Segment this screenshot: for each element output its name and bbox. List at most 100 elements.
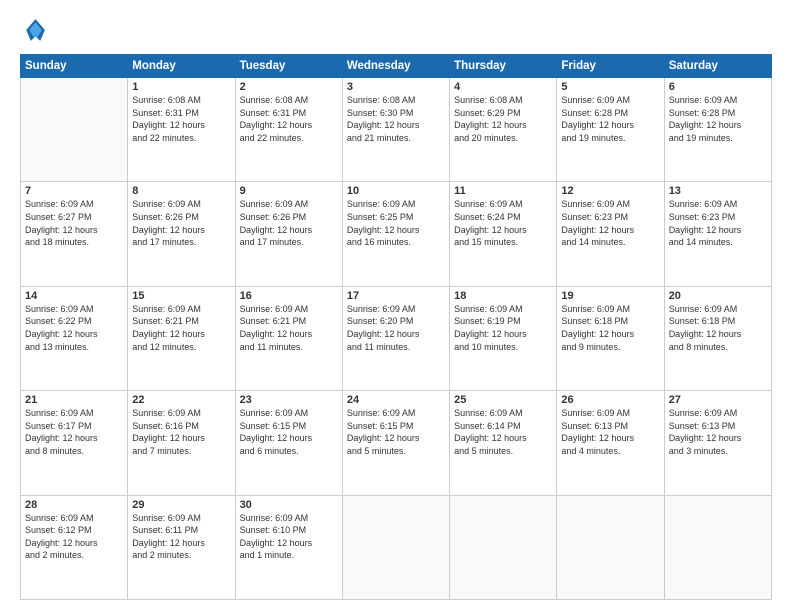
- day-info: Sunrise: 6:09 AM Sunset: 6:16 PM Dayligh…: [132, 407, 230, 457]
- day-number: 23: [240, 394, 338, 406]
- day-info: Sunrise: 6:09 AM Sunset: 6:27 PM Dayligh…: [25, 198, 123, 248]
- calendar-cell: 30Sunrise: 6:09 AM Sunset: 6:10 PM Dayli…: [235, 495, 342, 599]
- day-info: Sunrise: 6:09 AM Sunset: 6:25 PM Dayligh…: [347, 198, 445, 248]
- calendar-header-friday: Friday: [557, 55, 664, 78]
- day-info: Sunrise: 6:08 AM Sunset: 6:29 PM Dayligh…: [454, 94, 552, 144]
- day-number: 11: [454, 185, 552, 197]
- calendar-cell: 7Sunrise: 6:09 AM Sunset: 6:27 PM Daylig…: [21, 182, 128, 286]
- day-info: Sunrise: 6:09 AM Sunset: 6:23 PM Dayligh…: [561, 198, 659, 248]
- calendar-cell: 24Sunrise: 6:09 AM Sunset: 6:15 PM Dayli…: [342, 391, 449, 495]
- calendar-header-row: SundayMondayTuesdayWednesdayThursdayFrid…: [21, 55, 772, 78]
- day-info: Sunrise: 6:09 AM Sunset: 6:15 PM Dayligh…: [240, 407, 338, 457]
- header: [20, 16, 772, 44]
- day-info: Sunrise: 6:09 AM Sunset: 6:28 PM Dayligh…: [561, 94, 659, 144]
- calendar-cell: 3Sunrise: 6:08 AM Sunset: 6:30 PM Daylig…: [342, 78, 449, 182]
- day-number: 24: [347, 394, 445, 406]
- day-number: 20: [669, 290, 767, 302]
- day-number: 3: [347, 81, 445, 93]
- day-number: 8: [132, 185, 230, 197]
- day-info: Sunrise: 6:09 AM Sunset: 6:28 PM Dayligh…: [669, 94, 767, 144]
- day-info: Sunrise: 6:09 AM Sunset: 6:17 PM Dayligh…: [25, 407, 123, 457]
- calendar-header-monday: Monday: [128, 55, 235, 78]
- calendar-cell: 20Sunrise: 6:09 AM Sunset: 6:18 PM Dayli…: [664, 286, 771, 390]
- calendar-header-sunday: Sunday: [21, 55, 128, 78]
- day-info: Sunrise: 6:09 AM Sunset: 6:15 PM Dayligh…: [347, 407, 445, 457]
- calendar-header-thursday: Thursday: [450, 55, 557, 78]
- day-number: 22: [132, 394, 230, 406]
- day-info: Sunrise: 6:09 AM Sunset: 6:12 PM Dayligh…: [25, 512, 123, 562]
- calendar-cell: 19Sunrise: 6:09 AM Sunset: 6:18 PM Dayli…: [557, 286, 664, 390]
- calendar-cell: 2Sunrise: 6:08 AM Sunset: 6:31 PM Daylig…: [235, 78, 342, 182]
- calendar-cell: 5Sunrise: 6:09 AM Sunset: 6:28 PM Daylig…: [557, 78, 664, 182]
- calendar-cell: [342, 495, 449, 599]
- day-number: 4: [454, 81, 552, 93]
- day-number: 30: [240, 499, 338, 511]
- day-number: 16: [240, 290, 338, 302]
- day-info: Sunrise: 6:09 AM Sunset: 6:19 PM Dayligh…: [454, 303, 552, 353]
- calendar-cell: 23Sunrise: 6:09 AM Sunset: 6:15 PM Dayli…: [235, 391, 342, 495]
- calendar-week-row: 7Sunrise: 6:09 AM Sunset: 6:27 PM Daylig…: [21, 182, 772, 286]
- calendar-cell: 4Sunrise: 6:08 AM Sunset: 6:29 PM Daylig…: [450, 78, 557, 182]
- calendar-cell: 12Sunrise: 6:09 AM Sunset: 6:23 PM Dayli…: [557, 182, 664, 286]
- day-number: 6: [669, 81, 767, 93]
- day-number: 21: [25, 394, 123, 406]
- day-info: Sunrise: 6:09 AM Sunset: 6:11 PM Dayligh…: [132, 512, 230, 562]
- logo: [20, 16, 52, 44]
- calendar-cell: 15Sunrise: 6:09 AM Sunset: 6:21 PM Dayli…: [128, 286, 235, 390]
- day-number: 26: [561, 394, 659, 406]
- calendar-cell: [557, 495, 664, 599]
- page: SundayMondayTuesdayWednesdayThursdayFrid…: [0, 0, 792, 612]
- day-number: 27: [669, 394, 767, 406]
- day-info: Sunrise: 6:09 AM Sunset: 6:18 PM Dayligh…: [669, 303, 767, 353]
- calendar-cell: [21, 78, 128, 182]
- calendar-cell: 25Sunrise: 6:09 AM Sunset: 6:14 PM Dayli…: [450, 391, 557, 495]
- calendar-cell: 10Sunrise: 6:09 AM Sunset: 6:25 PM Dayli…: [342, 182, 449, 286]
- day-info: Sunrise: 6:09 AM Sunset: 6:13 PM Dayligh…: [561, 407, 659, 457]
- day-number: 2: [240, 81, 338, 93]
- day-number: 10: [347, 185, 445, 197]
- calendar-cell: [664, 495, 771, 599]
- calendar-week-row: 1 Sunrise: 6:08 AM Sunset: 6:31 PM Daylig…: [21, 78, 772, 182]
- calendar-cell: 11Sunrise: 6:09 AM Sunset: 6:24 PM Dayli…: [450, 182, 557, 286]
- day-number: 13: [669, 185, 767, 197]
- calendar-cell: 29Sunrise: 6:09 AM Sunset: 6:11 PM Dayli…: [128, 495, 235, 599]
- day-info: Sunrise: 6:09 AM Sunset: 6:22 PM Dayligh…: [25, 303, 123, 353]
- day-number: 7: [25, 185, 123, 197]
- calendar-cell: 17Sunrise: 6:09 AM Sunset: 6:20 PM Dayli…: [342, 286, 449, 390]
- calendar-header-tuesday: Tuesday: [235, 55, 342, 78]
- day-number: 12: [561, 185, 659, 197]
- day-info: Sunrise: 6:09 AM Sunset: 6:26 PM Dayligh…: [240, 198, 338, 248]
- calendar-cell: 14Sunrise: 6:09 AM Sunset: 6:22 PM Dayli…: [21, 286, 128, 390]
- day-info: Sunrise: 6:08 AM Sunset: 6:30 PM Dayligh…: [347, 94, 445, 144]
- calendar-cell: 28Sunrise: 6:09 AM Sunset: 6:12 PM Dayli…: [21, 495, 128, 599]
- calendar-header-wednesday: Wednesday: [342, 55, 449, 78]
- day-number: 19: [561, 290, 659, 302]
- day-info: Sunrise: 6:09 AM Sunset: 6:14 PM Dayligh…: [454, 407, 552, 457]
- day-info: Sunrise: 6:09 AM Sunset: 6:18 PM Dayligh…: [561, 303, 659, 353]
- calendar-week-row: 21Sunrise: 6:09 AM Sunset: 6:17 PM Dayli…: [21, 391, 772, 495]
- day-info: Sunrise: 6:09 AM Sunset: 6:21 PM Dayligh…: [132, 303, 230, 353]
- day-number: 14: [25, 290, 123, 302]
- day-number: 5: [561, 81, 659, 93]
- day-info: Sunrise: 6:09 AM Sunset: 6:13 PM Dayligh…: [669, 407, 767, 457]
- calendar-cell: 21Sunrise: 6:09 AM Sunset: 6:17 PM Dayli…: [21, 391, 128, 495]
- day-number: 25: [454, 394, 552, 406]
- day-info: Sunrise: 6:09 AM Sunset: 6:24 PM Dayligh…: [454, 198, 552, 248]
- day-number: 1: [132, 81, 230, 93]
- day-info: Sunrise: 6:08 AM Sunset: 6:31 PM Dayligh…: [240, 94, 338, 144]
- calendar-week-row: 14Sunrise: 6:09 AM Sunset: 6:22 PM Dayli…: [21, 286, 772, 390]
- calendar-cell: 22Sunrise: 6:09 AM Sunset: 6:16 PM Dayli…: [128, 391, 235, 495]
- day-number: 29: [132, 499, 230, 511]
- day-number: 9: [240, 185, 338, 197]
- logo-icon: [20, 16, 48, 44]
- calendar-cell: 27Sunrise: 6:09 AM Sunset: 6:13 PM Dayli…: [664, 391, 771, 495]
- calendar-cell: 16Sunrise: 6:09 AM Sunset: 6:21 PM Dayli…: [235, 286, 342, 390]
- day-number: 18: [454, 290, 552, 302]
- calendar-cell: 8Sunrise: 6:09 AM Sunset: 6:26 PM Daylig…: [128, 182, 235, 286]
- day-info: Sunrise: 6:09 AM Sunset: 6:20 PM Dayligh…: [347, 303, 445, 353]
- calendar-week-row: 28Sunrise: 6:09 AM Sunset: 6:12 PM Dayli…: [21, 495, 772, 599]
- day-info: Sunrise: 6:09 AM Sunset: 6:21 PM Dayligh…: [240, 303, 338, 353]
- calendar-cell: 1Sunrise: 6:08 AM Sunset: 6:31 PM Daylig…: [128, 78, 235, 182]
- calendar-cell: [450, 495, 557, 599]
- calendar-cell: 26Sunrise: 6:09 AM Sunset: 6:13 PM Dayli…: [557, 391, 664, 495]
